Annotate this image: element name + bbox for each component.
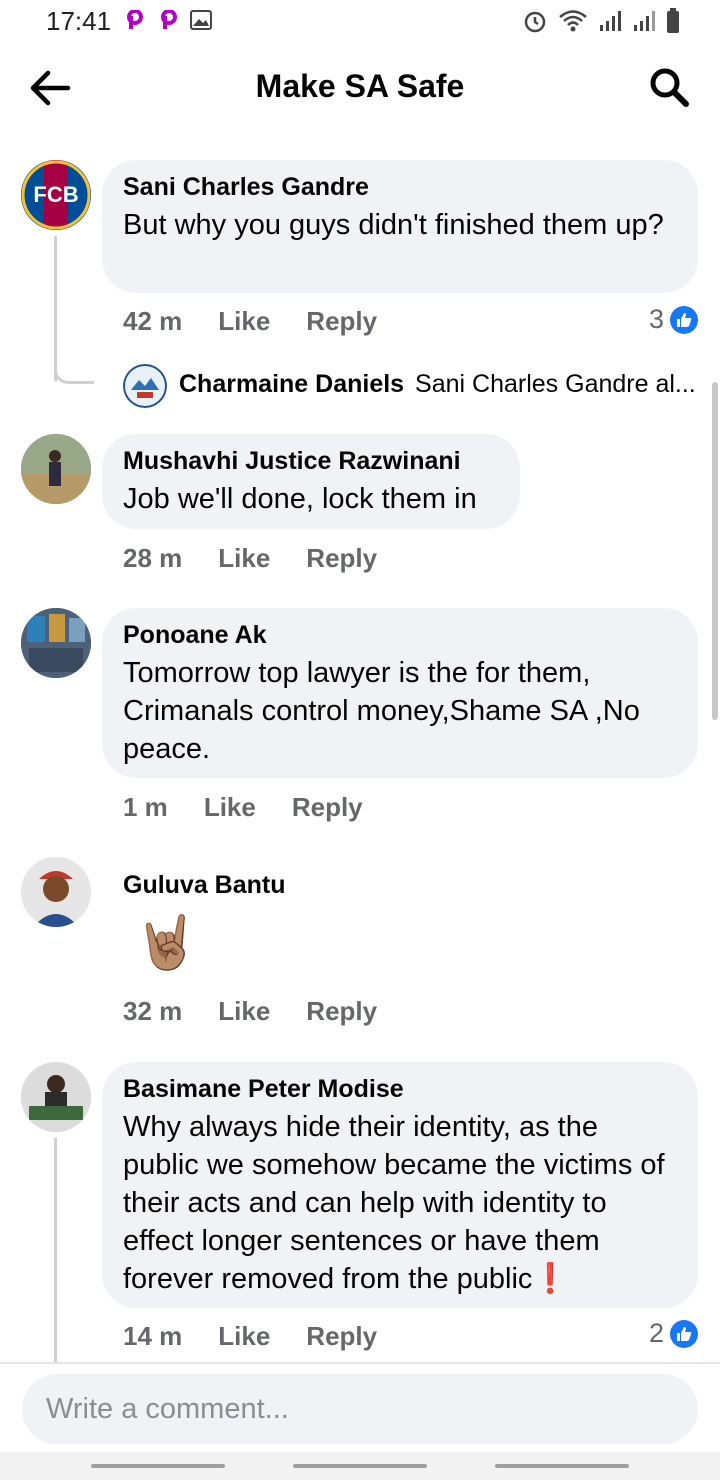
battery-icon bbox=[667, 8, 679, 33]
thread-connector bbox=[54, 368, 94, 384]
like-button[interactable]: Like bbox=[218, 306, 270, 337]
comment-bubble[interactable]: Mushavhi Justice Razwinani Job we'll don… bbox=[102, 434, 520, 529]
comment-time: 14 m bbox=[123, 1321, 183, 1351]
avatar-image bbox=[123, 364, 167, 408]
avatar-image bbox=[21, 608, 91, 678]
like-button[interactable]: Like bbox=[204, 792, 256, 823]
comment-author[interactable]: Ponoane Ak bbox=[123, 620, 676, 650]
reply-button[interactable]: Reply bbox=[306, 996, 377, 1027]
comment-author[interactable]: Guluva Bantu bbox=[123, 870, 286, 900]
nav-recents-button[interactable] bbox=[91, 1464, 225, 1468]
reply-author[interactable]: Charmaine Daniels bbox=[179, 370, 404, 398]
comment-author[interactable]: Sani Charles Gandre bbox=[123, 172, 676, 202]
comment-text: Job we'll done, lock them in bbox=[123, 483, 477, 515]
avatar-image bbox=[21, 434, 91, 504]
like-button[interactable]: Like bbox=[218, 543, 270, 574]
like-button[interactable]: Like bbox=[218, 1321, 270, 1352]
reply-avatar[interactable] bbox=[123, 364, 167, 408]
gallery-icon bbox=[190, 10, 212, 30]
notification-p-icon bbox=[161, 10, 177, 29]
thread-line bbox=[54, 236, 57, 382]
reply-button[interactable]: Reply bbox=[306, 543, 377, 574]
signal-icon bbox=[634, 11, 655, 31]
like-count[interactable]: 3 bbox=[649, 304, 698, 335]
search-icon[interactable] bbox=[648, 66, 690, 108]
comment-time: 32 m bbox=[123, 996, 183, 1026]
avatar[interactable] bbox=[21, 434, 91, 504]
reply-preview[interactable]: Charmaine Daniels Sani Charles Gandre al… bbox=[179, 370, 696, 399]
thumbs-up-icon bbox=[670, 305, 698, 334]
signal-icon bbox=[600, 11, 621, 31]
alarm-icon bbox=[524, 11, 546, 33]
thread-line bbox=[54, 1138, 57, 1364]
comment-text: But why you guys didn't finished them up… bbox=[123, 209, 664, 241]
comment-actions: 32 m Like Reply bbox=[123, 996, 377, 1027]
comment-time: 28 m bbox=[123, 543, 183, 573]
page-title: Make SA Safe bbox=[255, 68, 465, 104]
status-right-icons bbox=[522, 8, 680, 34]
status-time: 17:41 bbox=[46, 6, 112, 36]
avatar-image bbox=[21, 857, 91, 927]
like-count-number: 2 bbox=[648, 1318, 664, 1348]
comment-actions: 1 m Like Reply bbox=[123, 792, 363, 823]
comment-bubble[interactable]: Basimane Peter Modise Why always hide th… bbox=[102, 1062, 698, 1308]
avatar-text: FCB bbox=[33, 182, 79, 207]
comment-author[interactable]: Mushavhi Justice Razwinani bbox=[123, 446, 498, 476]
reply-button[interactable]: Reply bbox=[292, 792, 363, 823]
avatar[interactable] bbox=[21, 857, 91, 927]
wifi-icon bbox=[559, 10, 587, 32]
comment-text: Tomorrow top lawyer is the for them, Cri… bbox=[123, 657, 640, 765]
avatar[interactable]: FCB bbox=[21, 160, 91, 230]
comment-text-content: Why always hide their identity, as the p… bbox=[123, 1111, 665, 1295]
comment-input[interactable] bbox=[44, 1391, 676, 1427]
avatar[interactable] bbox=[21, 608, 91, 678]
comment-time: 1 m bbox=[123, 792, 168, 822]
comment-bubble[interactable]: Sani Charles Gandre But why you guys did… bbox=[102, 160, 698, 293]
comment-composer[interactable] bbox=[22, 1374, 698, 1444]
reply-button[interactable]: Reply bbox=[306, 1321, 377, 1352]
avatar-image bbox=[21, 1062, 91, 1132]
comment-text: Why always hide their identity, as the p… bbox=[123, 1108, 676, 1298]
scrollbar[interactable] bbox=[712, 382, 718, 720]
reply-button[interactable]: Reply bbox=[306, 306, 377, 337]
nav-home-button[interactable] bbox=[293, 1464, 427, 1468]
like-count-number: 3 bbox=[648, 304, 664, 334]
like-button[interactable]: Like bbox=[218, 996, 270, 1027]
comment-actions: 14 m Like Reply bbox=[123, 1321, 377, 1352]
comment-emoji: 🤘🏽 bbox=[134, 914, 199, 972]
comment-bubble[interactable]: Ponoane Ak Tomorrow top lawyer is the fo… bbox=[102, 608, 698, 778]
comment-actions: 42 m Like Reply bbox=[123, 306, 377, 337]
nav-back-button[interactable] bbox=[495, 1464, 629, 1468]
composer-divider bbox=[0, 1362, 720, 1364]
exclamation-emoji: ❗ bbox=[532, 1263, 569, 1295]
avatar[interactable] bbox=[21, 1062, 91, 1132]
like-count[interactable]: 2 bbox=[649, 1318, 698, 1349]
comment-actions: 28 m Like Reply bbox=[123, 543, 377, 574]
comment-time: 42 m bbox=[123, 306, 183, 336]
thumbs-up-icon bbox=[670, 1319, 698, 1348]
notification-p-icon bbox=[127, 10, 143, 29]
comment-author[interactable]: Basimane Peter Modise bbox=[123, 1074, 676, 1104]
reply-snippet: Sani Charles Gandre al... bbox=[415, 370, 696, 398]
